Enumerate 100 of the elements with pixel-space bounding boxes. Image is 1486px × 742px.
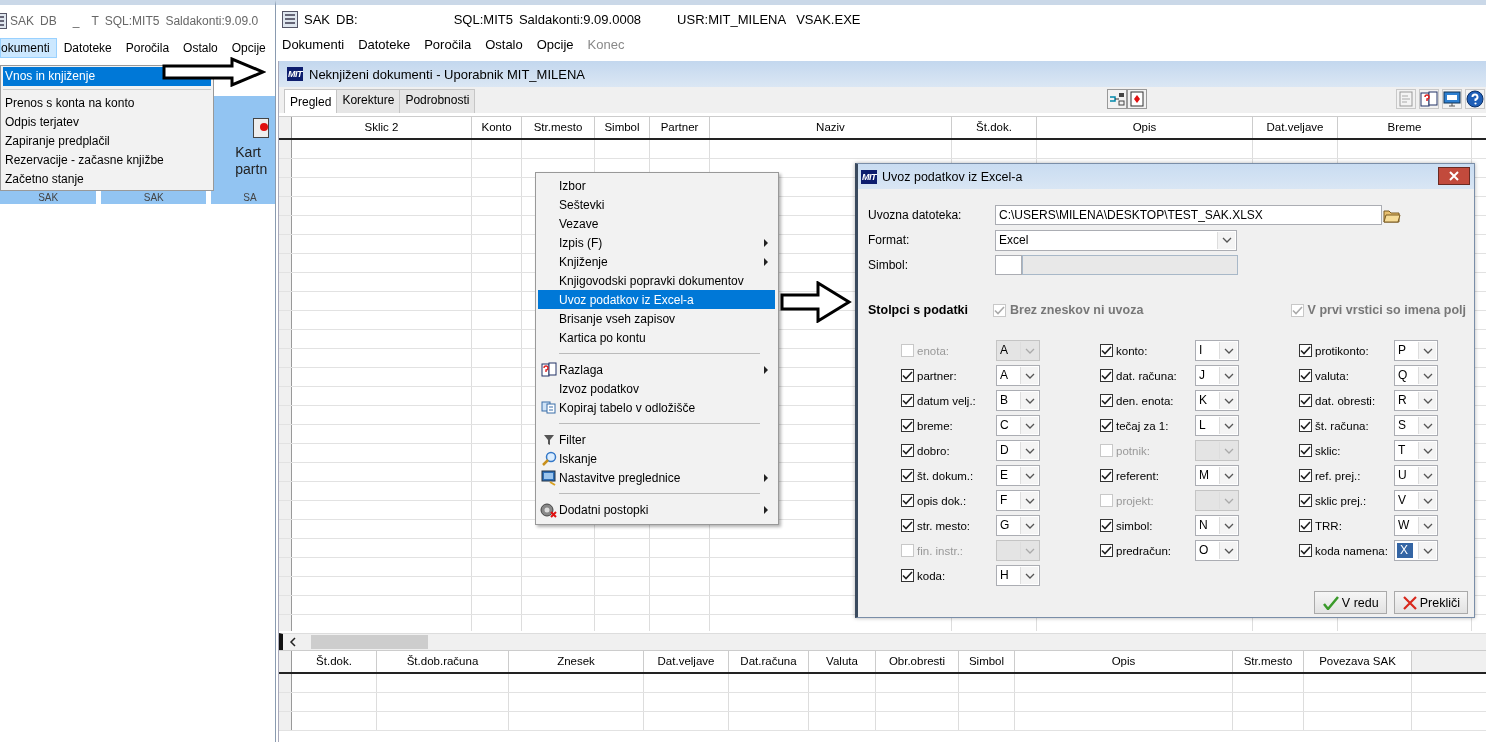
checkbox[interactable]: referent:	[1100, 469, 1195, 482]
checkbox[interactable]: partner:	[901, 369, 996, 382]
menu-item[interactable]: Odpis terjatev	[1, 113, 213, 132]
column-dropdown[interactable]: M	[1195, 465, 1239, 486]
column-dropdown[interactable]: V	[1394, 490, 1438, 511]
checkbox[interactable]: konto:	[1100, 344, 1195, 357]
column-dropdown[interactable]: T	[1394, 440, 1438, 461]
column-dropdown[interactable]: N	[1195, 515, 1239, 536]
row-selector[interactable]	[279, 577, 292, 595]
column-header[interactable]: Breme	[1338, 117, 1472, 138]
column-header[interactable]: Opis	[1015, 651, 1233, 672]
column-header[interactable]: Simbol	[595, 117, 650, 138]
column-dropdown[interactable]: C	[996, 415, 1040, 436]
checkbox[interactable]: koda namena:	[1299, 544, 1394, 557]
column-dropdown[interactable]: I	[1195, 340, 1239, 361]
row-selector[interactable]	[279, 387, 292, 405]
column-dropdown[interactable]: Q	[1394, 365, 1438, 386]
column-dropdown[interactable]: H	[996, 565, 1040, 586]
checkbox[interactable]: opis dok.:	[901, 494, 996, 507]
menu-item[interactable]: Vezave	[538, 214, 775, 233]
column-dropdown[interactable]: O	[1195, 540, 1239, 561]
column-dropdown[interactable]: P	[1394, 340, 1438, 361]
row-selector[interactable]	[279, 482, 292, 500]
row-selector[interactable]	[279, 406, 292, 424]
menu-item[interactable]: okumenti	[0, 38, 57, 58]
menu-item[interactable]: Brisanje vseh zapisov	[538, 309, 775, 328]
checkbox[interactable]: dobro:	[901, 444, 996, 457]
column-header[interactable]: Dat.veljave	[644, 651, 729, 672]
column-dropdown[interactable]: L	[1195, 415, 1239, 436]
column-dropdown[interactable]: R	[1394, 390, 1438, 411]
tab[interactable]: Podrobnosti	[399, 89, 476, 113]
row-selector[interactable]	[279, 292, 292, 310]
row-selector[interactable]	[279, 197, 292, 215]
column-dropdown[interactable]: F	[996, 490, 1040, 511]
row-selector[interactable]	[279, 596, 292, 614]
symbol-field[interactable]	[995, 255, 1022, 275]
row-selector[interactable]	[279, 140, 292, 158]
column-dropdown[interactable]: E	[996, 465, 1040, 486]
menu-item[interactable]: Zapiranje predplačil	[1, 132, 213, 151]
row-selector[interactable]	[279, 368, 292, 386]
menu-item[interactable]: Ostalo	[485, 36, 523, 52]
menu-item[interactable]: Uvoz podatkov iz Excel-a	[538, 290, 775, 309]
checkbox[interactable]: št. dokum.:	[901, 469, 996, 482]
checkbox[interactable]: predračun:	[1100, 544, 1195, 557]
menu-item[interactable]: Kopiraj tabelo v odložišče	[538, 398, 775, 417]
close-button[interactable]	[1438, 167, 1470, 185]
menu-item[interactable]: Dodatni postopki	[538, 500, 775, 519]
scroll-left-icon[interactable]	[287, 635, 299, 649]
menu-item[interactable]: Razlaga	[538, 360, 775, 379]
scroll-thumb[interactable]	[311, 635, 428, 649]
menu-item[interactable]: Poročila	[118, 38, 177, 58]
menu-item[interactable]: Izpis (F)	[538, 233, 775, 252]
column-header[interactable]: Opis	[1037, 117, 1253, 138]
row-selector[interactable]	[279, 539, 292, 557]
column-header[interactable]: Št.dok.	[952, 117, 1037, 138]
column-dropdown[interactable]: J	[1195, 365, 1239, 386]
tab[interactable]: Pregled	[284, 89, 338, 113]
row-selector[interactable]	[279, 558, 292, 576]
row-selector[interactable]	[279, 463, 292, 481]
column-dropdown[interactable]: U	[1394, 465, 1438, 486]
column-header[interactable]: Št.dob.računa	[377, 651, 509, 672]
checkbox[interactable]: sklic prej.:	[1299, 494, 1394, 507]
checkbox[interactable]: breme:	[901, 419, 996, 432]
column-dropdown[interactable]: D	[996, 440, 1040, 461]
column-header[interactable]: Št.dok.	[292, 651, 377, 672]
menu-item[interactable]: Filter	[538, 430, 775, 449]
menu-item[interactable]: Začetno stanje	[1, 170, 213, 189]
menu-item[interactable]: Kartica po kontu	[538, 328, 775, 347]
column-header[interactable]: Partner	[650, 117, 710, 138]
column-dropdown[interactable]: B	[996, 390, 1040, 411]
checkbox[interactable]: tečaj za 1:	[1100, 419, 1195, 432]
checkbox[interactable]: simbol:	[1100, 519, 1195, 532]
row-selector[interactable]	[279, 425, 292, 443]
checkbox[interactable]: den. enota:	[1100, 394, 1195, 407]
column-header[interactable]: Obr.obresti	[876, 651, 959, 672]
menu-item[interactable]: Izbor	[538, 176, 775, 195]
checkbox[interactable]: str. mesto:	[901, 519, 996, 532]
checkbox[interactable]: protikonto:	[1299, 344, 1394, 357]
column-header[interactable]: Str.mesto	[522, 117, 595, 138]
column-header[interactable]: Znesek	[509, 651, 644, 672]
column-header[interactable]: Konto	[472, 117, 522, 138]
format-dropdown[interactable]: Excel	[995, 229, 1237, 251]
menu-item[interactable]: Iskanje	[538, 449, 775, 468]
menu-item[interactable]: Datoteke	[358, 36, 411, 52]
menu-item[interactable]: Seštevki	[538, 195, 775, 214]
row-selector[interactable]	[279, 159, 292, 177]
toolbar-button[interactable]	[1107, 89, 1127, 109]
toolbar-button[interactable]	[1127, 89, 1147, 109]
checkbox[interactable]: sklic:	[1299, 444, 1394, 457]
file-path-field[interactable]: C:\USERS\MILENA\DESKTOP\TEST_SAK.XLSX	[995, 205, 1382, 225]
toolbar-button[interactable]	[1419, 89, 1439, 109]
menu-item[interactable]: Poročila	[424, 36, 472, 52]
checkbox[interactable]: datum velj.:	[901, 394, 996, 407]
column-dropdown[interactable]: S	[1394, 415, 1438, 436]
checkbox[interactable]: TRR:	[1299, 519, 1394, 532]
checkbox[interactable]: dat. računa:	[1100, 369, 1195, 382]
horizontal-scrollbar[interactable]	[279, 633, 1486, 650]
menu-item[interactable]: Ostalo	[176, 38, 225, 58]
row-selector[interactable]	[279, 330, 292, 348]
dialog-button[interactable]: Prekliči	[1393, 591, 1468, 614]
